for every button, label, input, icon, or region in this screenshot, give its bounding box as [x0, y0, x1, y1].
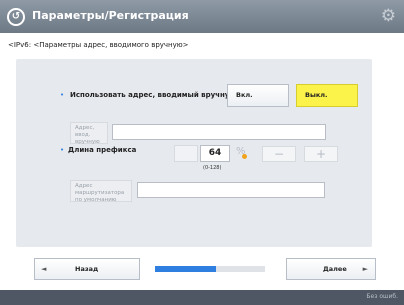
- prefix-range: (0-128): [203, 165, 222, 171]
- bullet-icon: •: [60, 91, 65, 99]
- status-bar: Без ошиб.: [0, 290, 404, 305]
- next-button[interactable]: Далее ►: [286, 258, 376, 280]
- next-label: Далее: [323, 265, 347, 273]
- plus-button[interactable]: +: [304, 146, 338, 162]
- title-bar: ↺ Параметры/Регистрация ⚙: [0, 0, 404, 33]
- left-arrow-icon: ◄: [41, 265, 47, 273]
- default-router-field[interactable]: [137, 182, 325, 198]
- circle-arrow-icon[interactable]: ↺: [7, 8, 25, 26]
- default-router-button[interactable]: Адрес маршрутизатора по умолчанию: [70, 180, 132, 203]
- on-button[interactable]: Вкл.: [227, 84, 289, 107]
- manual-address-field[interactable]: [112, 124, 326, 140]
- prefix-pad: [174, 145, 198, 162]
- breadcrumb: <IPv6: <Параметры адрес, вводимого вручн…: [8, 41, 189, 49]
- back-button[interactable]: ◄ Назад: [34, 258, 140, 280]
- page-title: Параметры/Регистрация: [32, 9, 189, 22]
- progress-fill: [155, 266, 216, 272]
- manual-address-button[interactable]: Адрес, ввод. вручную: [70, 122, 108, 145]
- status-dot: [242, 154, 247, 159]
- prefix-length-input[interactable]: 64: [200, 145, 230, 162]
- gear-icon[interactable]: ⚙: [381, 6, 396, 26]
- progress-bar: [155, 266, 265, 272]
- back-label: Назад: [75, 265, 99, 273]
- bullet-icon: •: [60, 146, 65, 154]
- right-arrow-icon: ►: [362, 265, 368, 273]
- prefix-length-label: Длина префикса: [68, 146, 137, 154]
- status-text: Без ошиб.: [366, 293, 398, 300]
- use-manual-label: Использовать адрес, вводимый вручную: [70, 91, 237, 99]
- minus-button[interactable]: −: [262, 146, 296, 162]
- off-button[interactable]: Выкл.: [296, 84, 358, 107]
